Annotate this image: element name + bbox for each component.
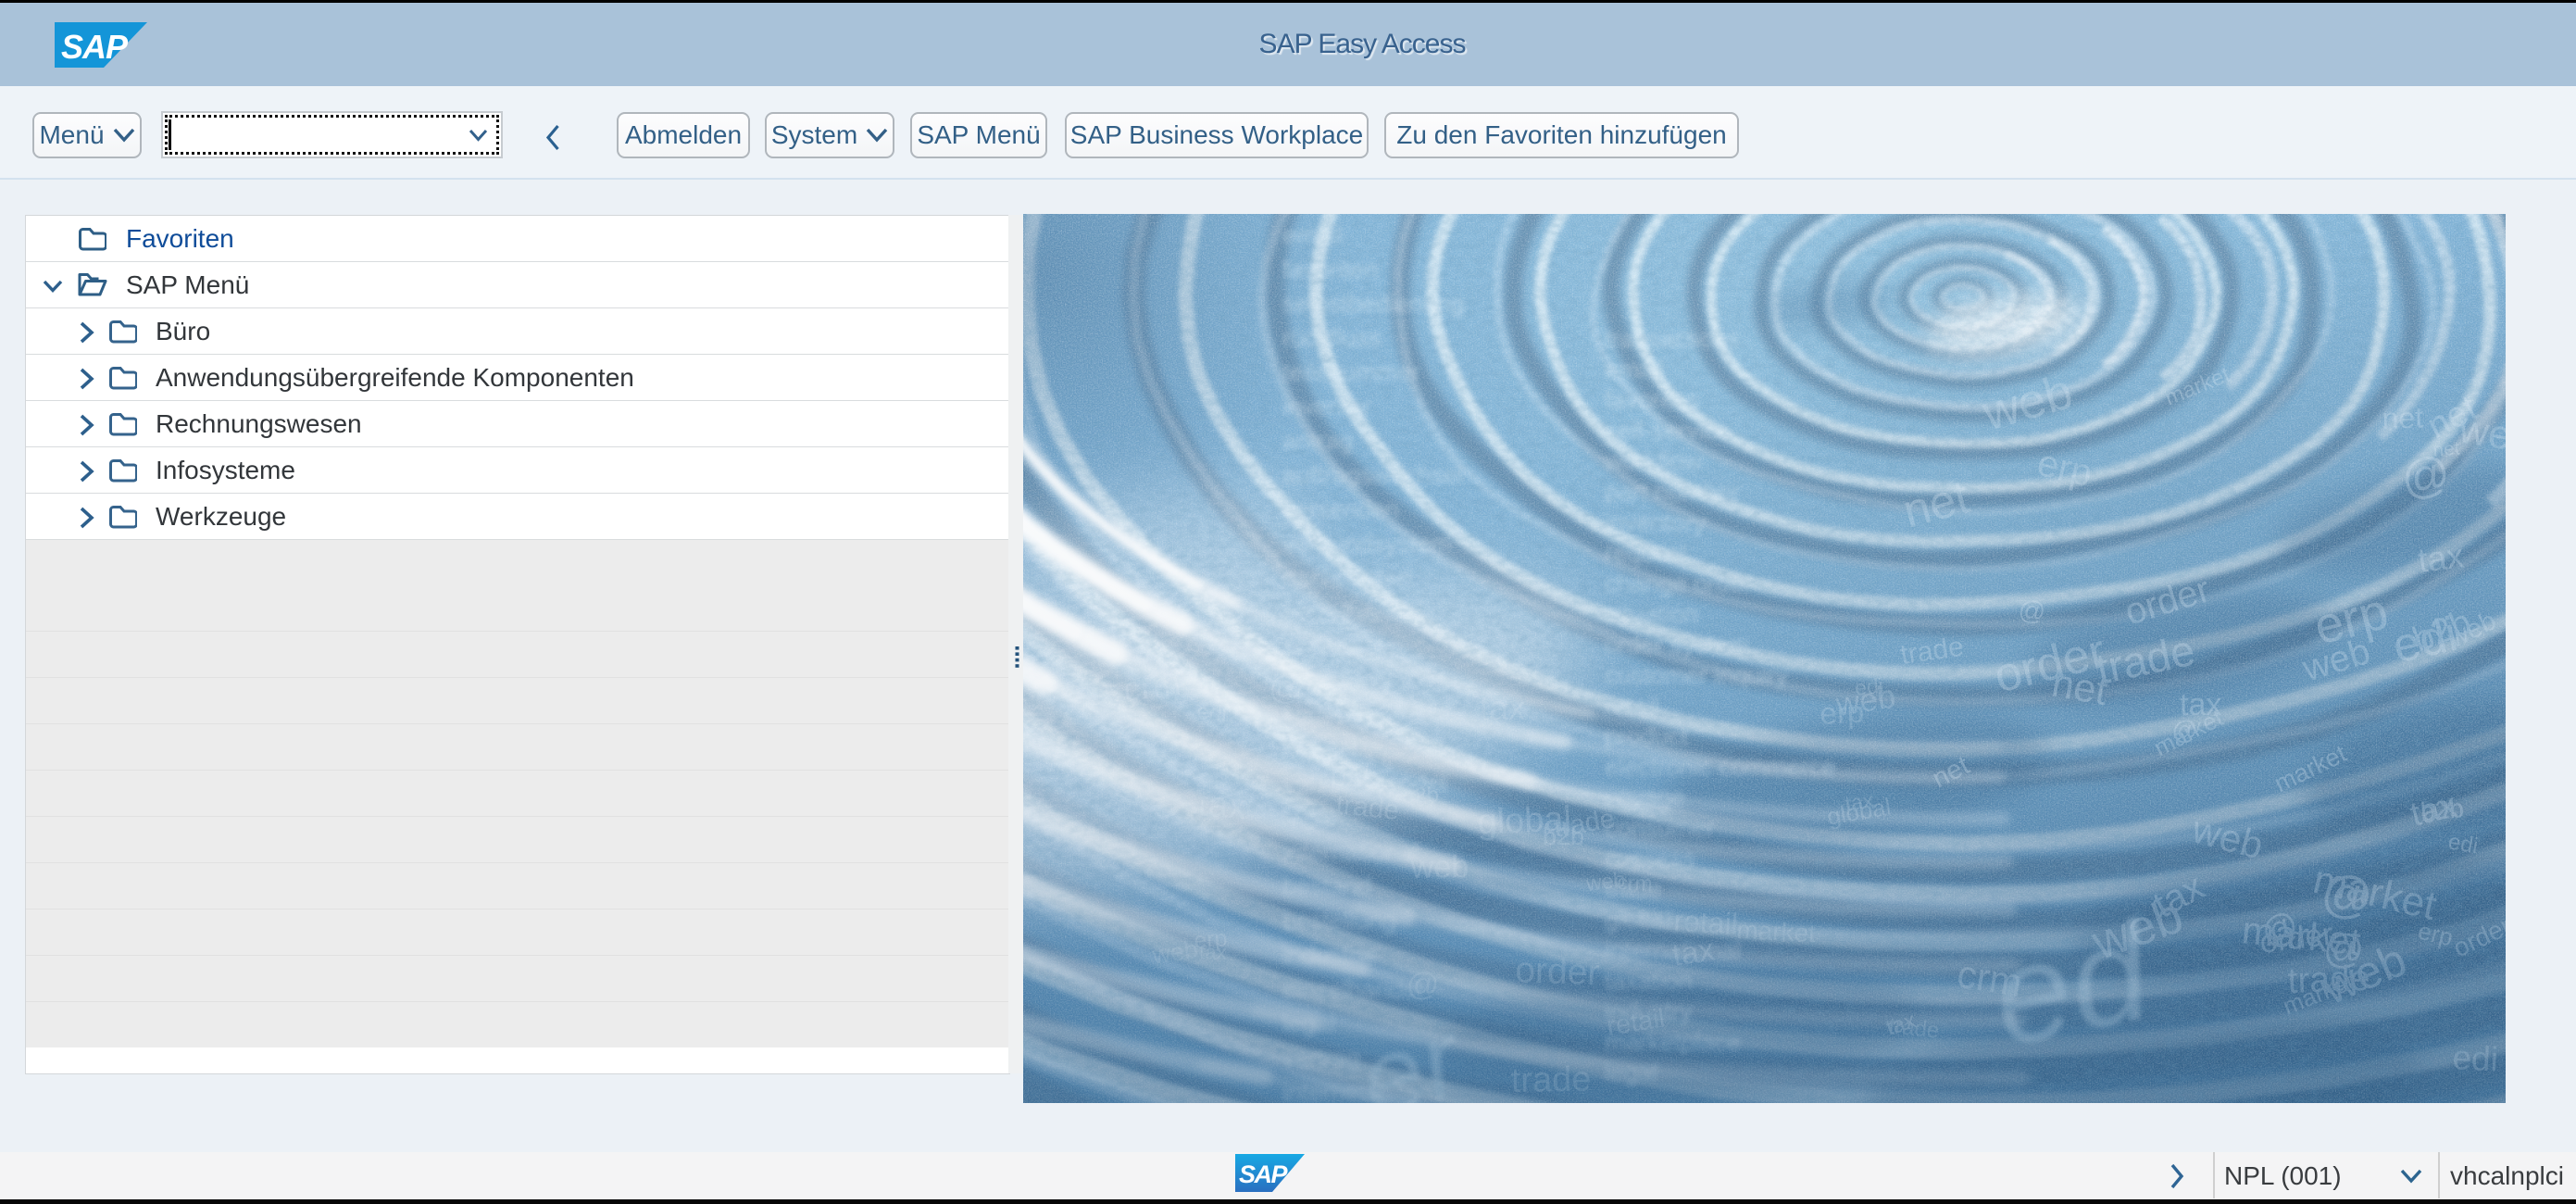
svg-text:SAP: SAP [61, 28, 129, 66]
svg-text:SAP: SAP [1239, 1160, 1289, 1188]
